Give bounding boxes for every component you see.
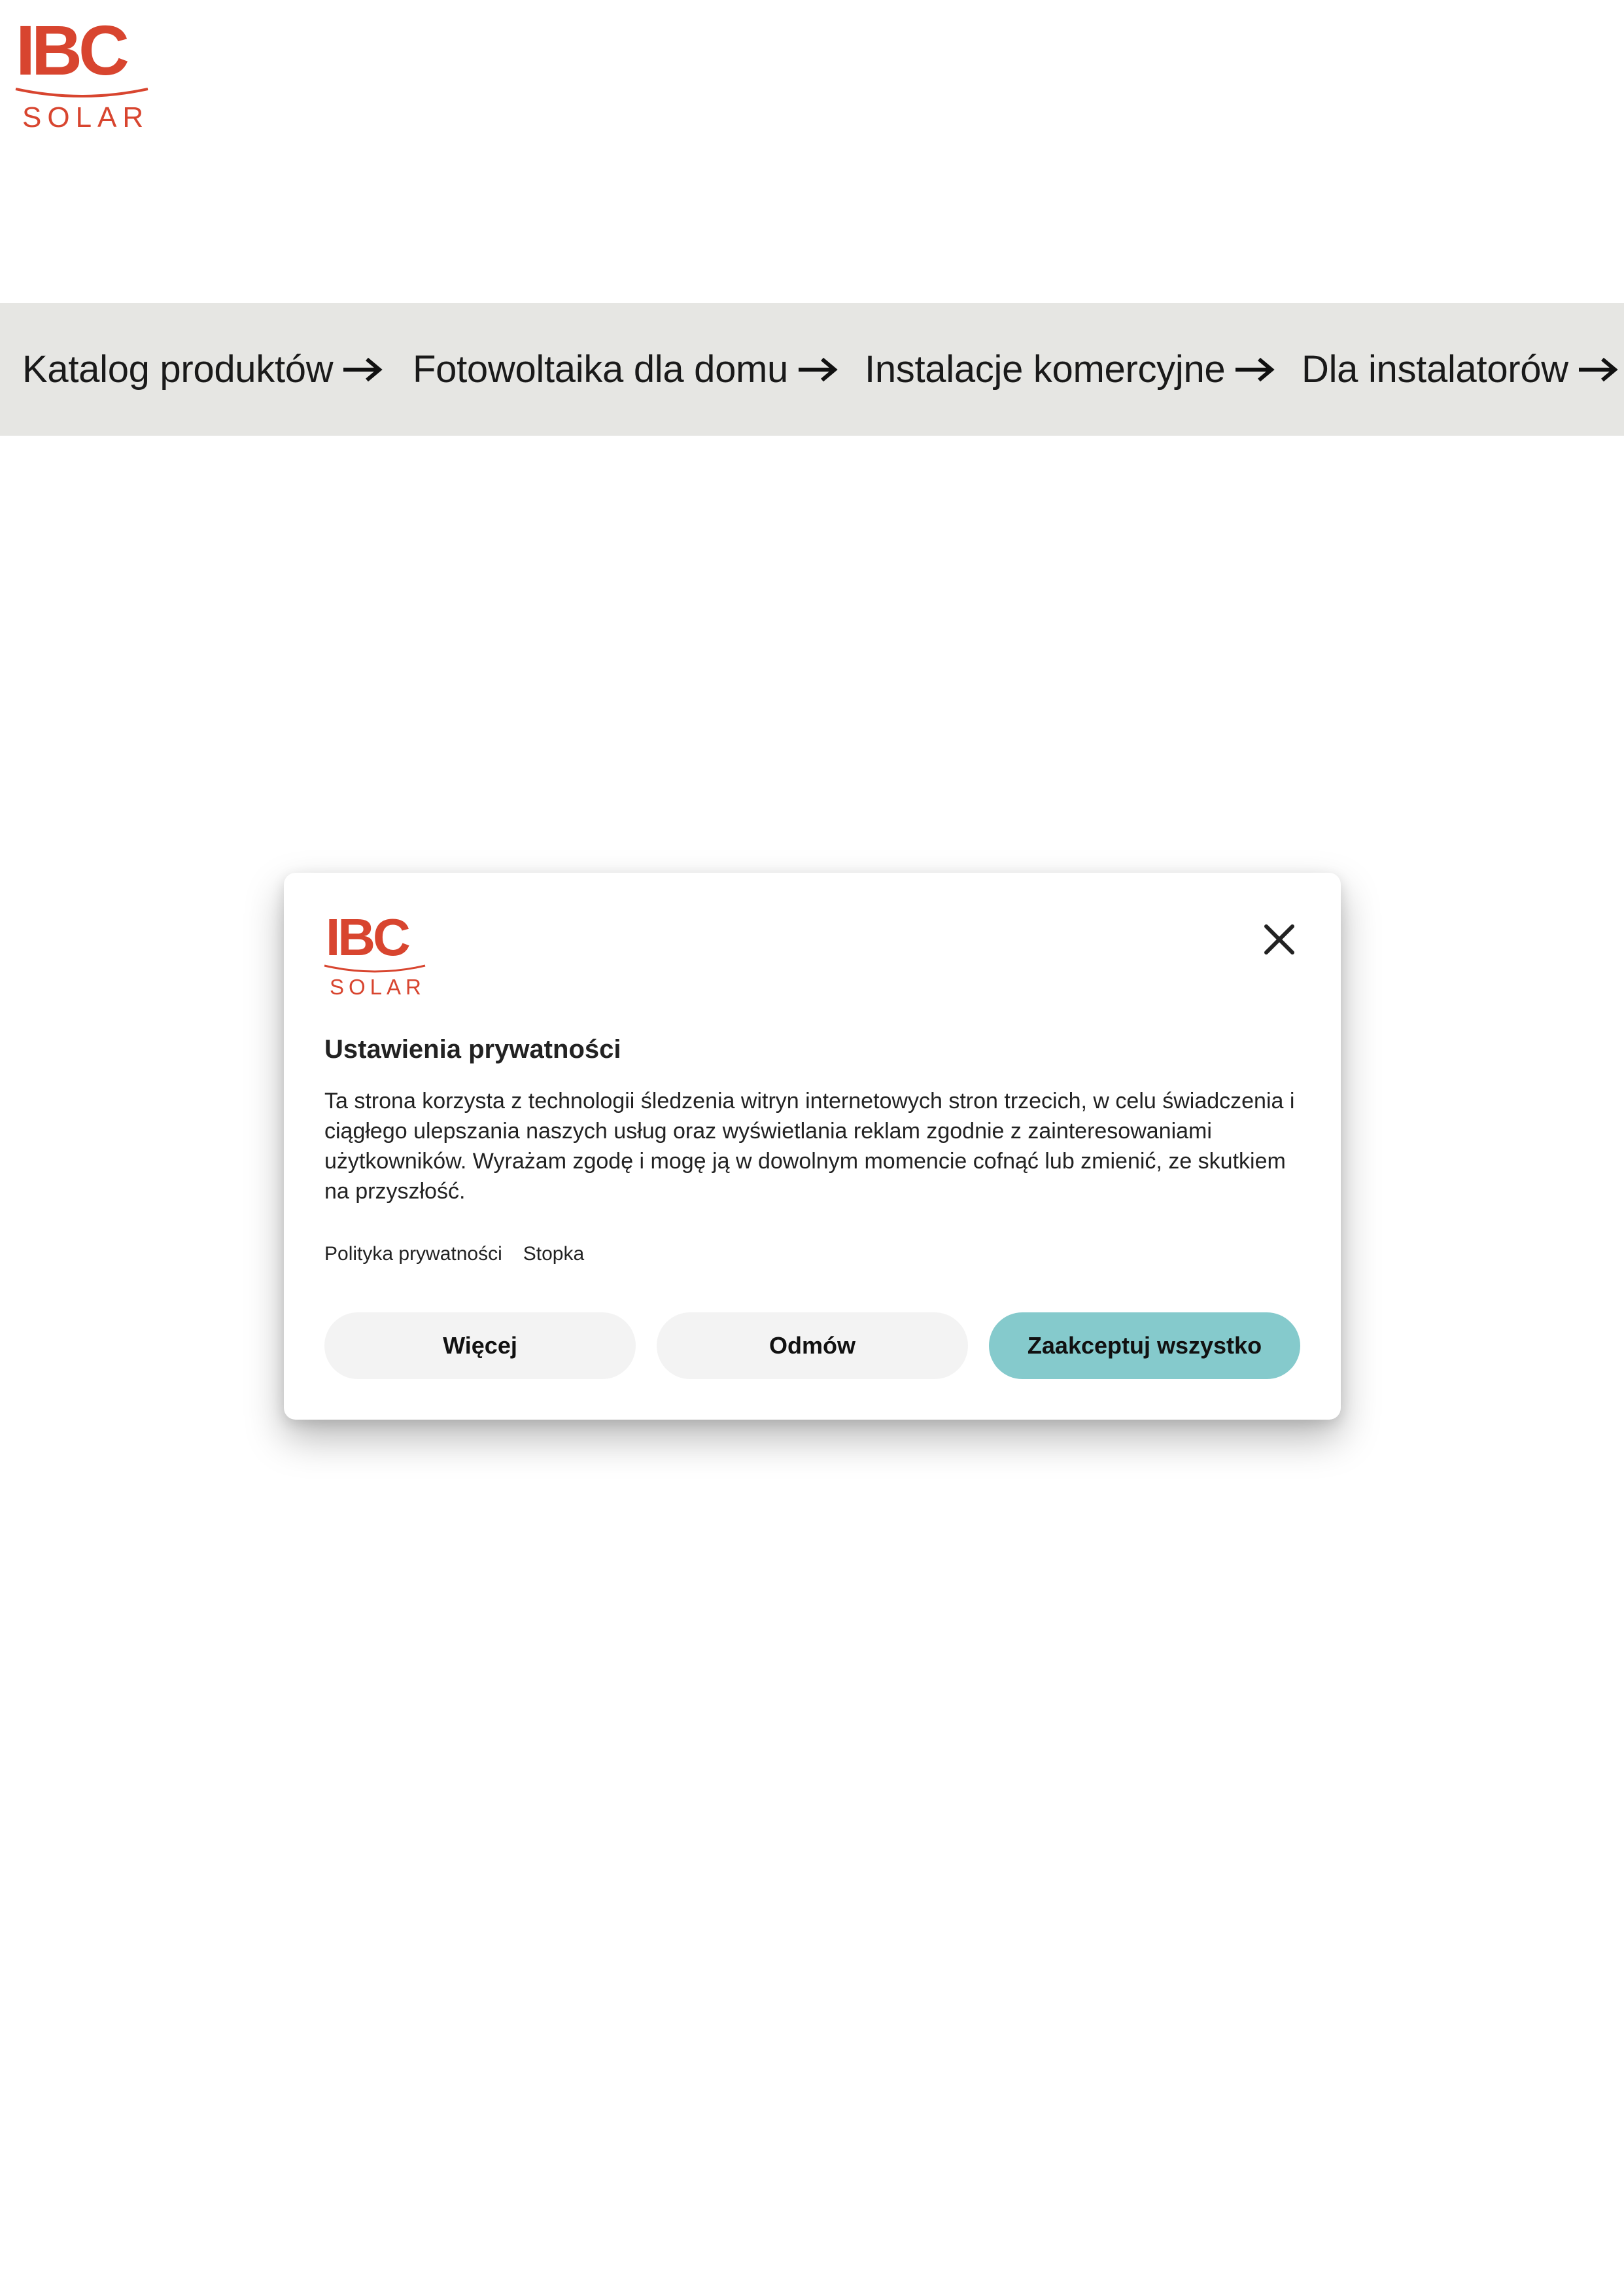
close-icon (1264, 924, 1295, 955)
privacy-consent-dialog: IBC SOLAR Ustawienia prywatności Ta stro… (284, 873, 1341, 1420)
arrow-right-icon (342, 357, 383, 383)
arrow-right-icon (797, 357, 838, 383)
arrow-right-icon (1578, 357, 1618, 383)
svg-text:SOLAR: SOLAR (330, 975, 426, 999)
svg-text:IBC: IBC (16, 17, 128, 90)
dialog-links: Polityka prywatności Stopka (324, 1243, 584, 1265)
dialog-title: Ustawienia prywatności (324, 1035, 621, 1064)
svg-text:SOLAR: SOLAR (22, 101, 149, 133)
more-button[interactable]: Więcej (324, 1312, 636, 1379)
dialog-ibc-solar-logo: IBC SOLAR (323, 912, 426, 1000)
ibc-solar-logo-mark: IBC SOLAR (15, 17, 149, 133)
privacy-policy-link[interactable]: Polityka prywatności (324, 1243, 502, 1265)
dialog-body-text: Ta strona korzysta z technologii śledzen… (324, 1089, 1295, 1204)
nav-item-label: Katalog produktów (22, 348, 334, 391)
arrow-right-icon (1234, 357, 1275, 383)
nav-item-home-photovoltaics[interactable]: Fotowoltaika dla domu (413, 303, 838, 436)
footer-link[interactable]: Stopka (523, 1243, 584, 1265)
decline-button[interactable]: Odmów (657, 1312, 968, 1379)
nav-item-for-installers[interactable]: Dla instalatorów (1302, 303, 1618, 436)
nav-item-label: Fotowoltaika dla domu (413, 348, 789, 391)
svg-text:IBC: IBC (326, 912, 409, 966)
ibc-solar-logo[interactable]: IBC SOLAR (13, 17, 150, 135)
page: IBC SOLAR Katalog produktów Fotowoltaika… (0, 0, 1624, 2295)
accept-all-button[interactable]: Zaakceptuj wszystko (989, 1312, 1300, 1379)
nav-item-label: Instalacje komercyjne (865, 348, 1226, 391)
nav-item-product-catalog[interactable]: Katalog produktów (22, 303, 383, 436)
close-button[interactable] (1256, 916, 1303, 963)
dialog-logo-mark: IBC SOLAR (324, 912, 426, 999)
nav-item-label: Dla instalatorów (1302, 348, 1568, 391)
nav-item-commercial-installations[interactable]: Instalacje komercyjne (865, 303, 1275, 436)
main-navigation: Katalog produktów Fotowoltaika dla domu … (0, 303, 1624, 436)
